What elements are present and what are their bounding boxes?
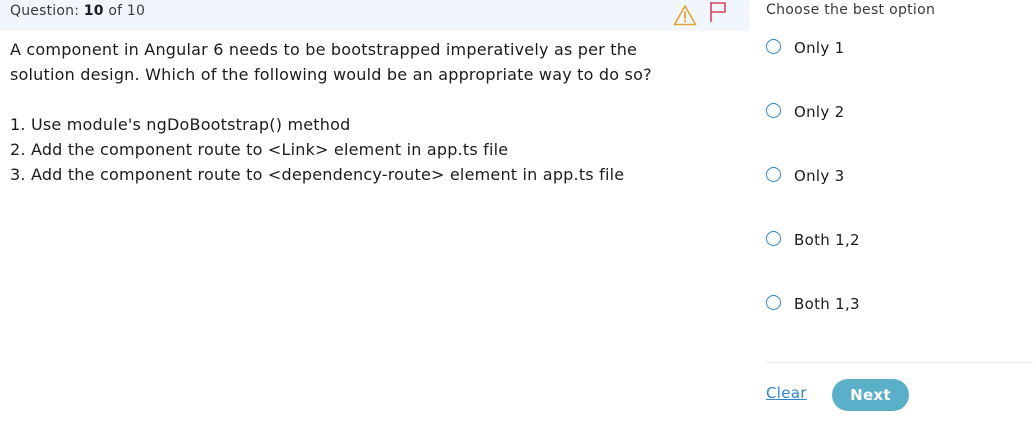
option-label: Only 3 bbox=[794, 167, 845, 185]
question-panel: Question: 10 of 10 A component in Angula… bbox=[0, 0, 750, 422]
flag-icon[interactable] bbox=[708, 1, 728, 23]
question-statements: 1. Use module's ngDoBootstrap() method 2… bbox=[10, 112, 730, 187]
warning-triangle-icon[interactable] bbox=[673, 4, 697, 26]
question-number: 10 bbox=[83, 3, 104, 19]
next-button[interactable]: Next bbox=[832, 379, 909, 411]
quiz-page: Question: 10 of 10 A component in Angula… bbox=[0, 0, 1033, 422]
radio-button[interactable] bbox=[766, 295, 781, 310]
option-only-2[interactable]: Only 2 bbox=[766, 102, 1006, 126]
answer-panel: Choose the best option Only 1 Only 2 Onl… bbox=[766, 0, 1033, 422]
statement-item: 3. Add the component route to <dependenc… bbox=[10, 165, 625, 184]
question-text: A component in Angular 6 needs to be boo… bbox=[10, 37, 730, 87]
answer-instruction: Choose the best option bbox=[766, 2, 936, 18]
question-header: Question: 10 of 10 bbox=[0, 0, 750, 31]
radio-button[interactable] bbox=[766, 39, 781, 54]
statement-item: 1. Use module's ngDoBootstrap() method bbox=[10, 115, 351, 134]
question-label: Question: bbox=[10, 3, 80, 19]
option-label: Only 2 bbox=[794, 103, 845, 121]
question-counter: Question: 10 of 10 bbox=[10, 3, 145, 19]
option-label: Both 1,2 bbox=[794, 231, 860, 249]
radio-button[interactable] bbox=[766, 103, 781, 118]
question-line-1: A component in Angular 6 needs to be boo… bbox=[10, 40, 638, 59]
radio-button[interactable] bbox=[766, 167, 781, 182]
option-label: Both 1,3 bbox=[794, 295, 860, 313]
option-only-3[interactable]: Only 3 bbox=[766, 166, 1006, 190]
clear-link[interactable]: Clear bbox=[766, 384, 807, 402]
option-both-1-2[interactable]: Both 1,2 bbox=[766, 230, 1006, 254]
radio-button[interactable] bbox=[766, 231, 781, 246]
footer-divider bbox=[766, 362, 1033, 363]
question-line-2: solution design. Which of the following … bbox=[10, 65, 652, 84]
option-both-1-3[interactable]: Both 1,3 bbox=[766, 294, 1006, 318]
option-only-1[interactable]: Only 1 bbox=[766, 38, 1006, 62]
question-total: of 10 bbox=[108, 3, 146, 19]
option-label: Only 1 bbox=[794, 39, 845, 57]
statement-item: 2. Add the component route to <Link> ele… bbox=[10, 140, 509, 159]
